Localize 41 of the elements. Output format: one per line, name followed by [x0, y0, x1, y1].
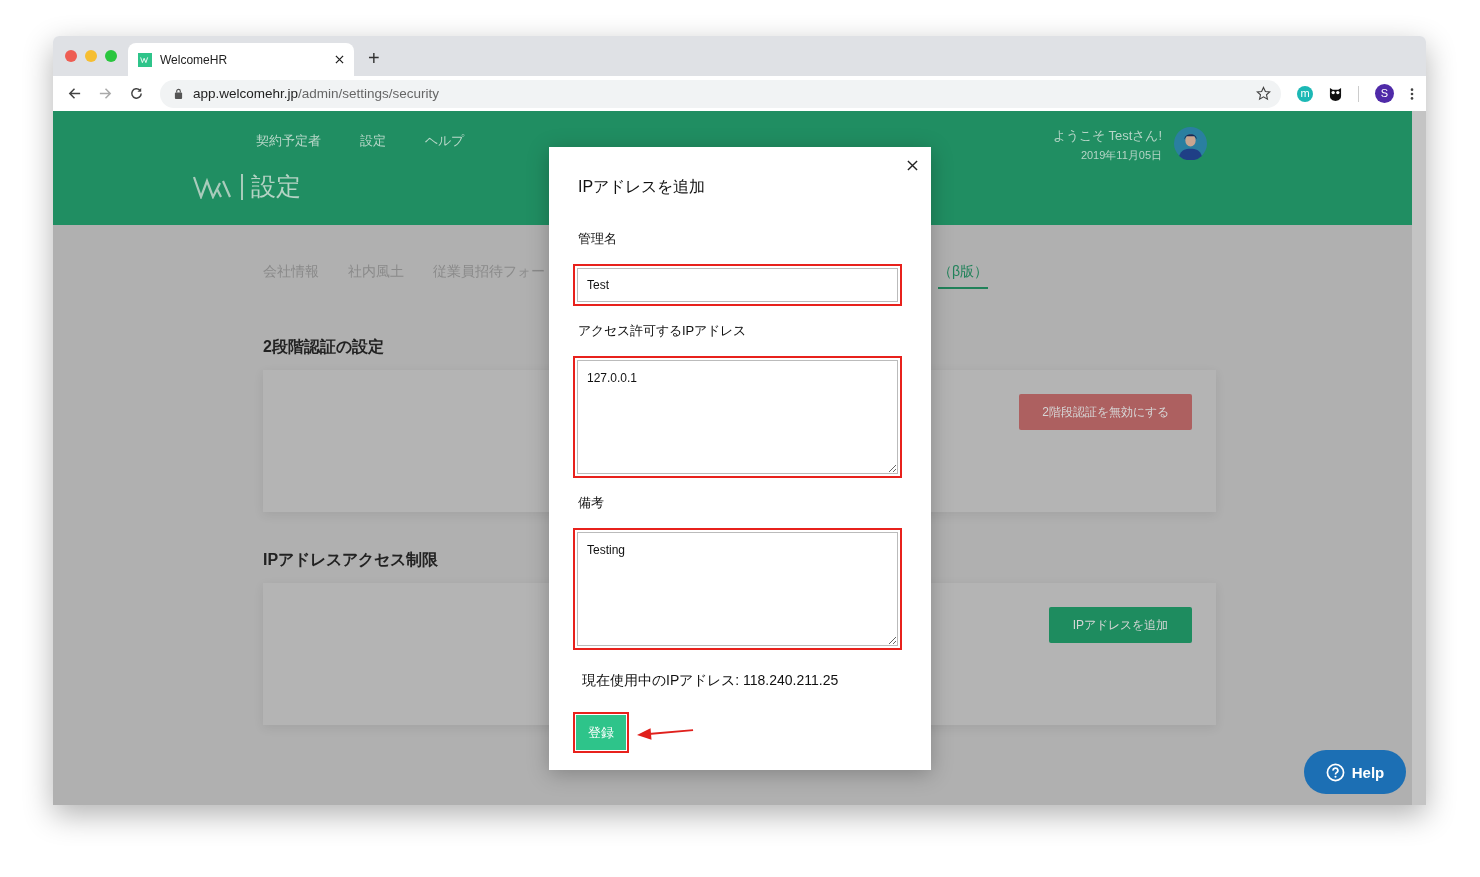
- section-title: 2段階認証の設定: [263, 337, 384, 357]
- nav-link[interactable]: ヘルプ: [425, 132, 464, 150]
- submit-button[interactable]: 登録: [576, 715, 626, 750]
- menu-icon[interactable]: [1410, 86, 1414, 101]
- logo-icon: [138, 52, 152, 67]
- current-ip-text: 現在使用中のIPアドレス: 118.240.211.25: [582, 672, 840, 690]
- logo-icon: [193, 174, 233, 199]
- page-title: 設定: [251, 171, 301, 202]
- field-label: 備考: [578, 494, 605, 512]
- date-text: 2019年11月05日: [1080, 148, 1162, 163]
- field-label: アクセス許可するIPアドレス: [578, 322, 748, 340]
- back-icon[interactable]: [67, 86, 82, 101]
- profile-button[interactable]: S: [1375, 84, 1394, 103]
- nav-link[interactable]: 契約予定者: [256, 132, 321, 150]
- scrollbar[interactable]: [1412, 111, 1426, 805]
- close-icon[interactable]: [907, 160, 918, 171]
- owl-icon[interactable]: [1329, 86, 1342, 101]
- browser-tab[interactable]: WelcomeHR: [128, 43, 354, 76]
- help-button[interactable]: Help: [1304, 750, 1406, 794]
- bookmark-star-icon[interactable]: [1256, 86, 1271, 101]
- avatar-icon[interactable]: [1174, 127, 1207, 160]
- disable-button[interactable]: 2階段認証を無効にする: [1019, 394, 1192, 430]
- close-icon[interactable]: [335, 55, 344, 64]
- reload-icon[interactable]: [129, 86, 144, 101]
- text-area[interactable]: 127.0.0.1: [577, 360, 898, 474]
- help-icon: [1325, 762, 1345, 782]
- add-button[interactable]: IPアドレスを追加: [1048, 607, 1192, 643]
- extension-button[interactable]: m: [1297, 85, 1313, 102]
- welcome-text: ようこそ Testさん!: [1052, 127, 1162, 145]
- field-label: 管理名: [578, 230, 618, 248]
- section-title: IPアドレスアクセス制限: [263, 550, 439, 570]
- nav-link[interactable]: 設定: [360, 132, 386, 150]
- close-window-icon[interactable]: [65, 50, 77, 62]
- address-bar[interactable]: app.welcomehr.jp/admin/settings/security: [160, 79, 1281, 108]
- input-field[interactable]: Test: [577, 268, 898, 302]
- tab-title: WelcomeHR: [160, 52, 229, 67]
- text-area[interactable]: Testing: [577, 532, 898, 646]
- new-tab-button[interactable]: +: [368, 47, 380, 70]
- settings-tab[interactable]: （β版）: [937, 263, 988, 289]
- dialog-title: IPアドレスを追加: [578, 177, 707, 197]
- lock-icon: [174, 88, 183, 99]
